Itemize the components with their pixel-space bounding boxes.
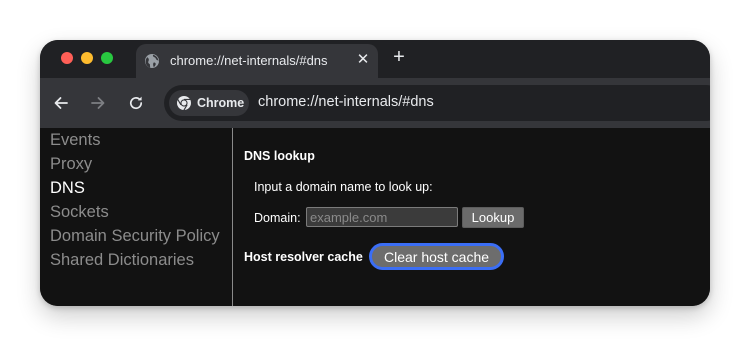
reload-icon[interactable]	[127, 94, 145, 112]
zoom-window-button[interactable]	[101, 52, 113, 64]
new-tab-icon[interactable]: +	[390, 47, 408, 67]
globe-icon	[144, 53, 160, 69]
chip-label: Chrome	[197, 96, 245, 110]
tab-title: chrome://net-internals/#dns	[170, 53, 328, 68]
toolbar: Chrome chrome://net-internals/#dns	[40, 78, 710, 128]
dns-lookup-heading: DNS lookup	[244, 149, 315, 163]
close-window-button[interactable]	[61, 52, 73, 64]
forward-arrow-icon[interactable]	[89, 94, 107, 112]
domain-input[interactable]	[306, 207, 458, 227]
tab-strip: chrome://net-internals/#dns ✕ +	[40, 40, 710, 78]
sidebar-item-domain-security-policy[interactable]: Domain Security Policy	[50, 227, 220, 246]
lookup-button[interactable]: Lookup	[462, 207, 524, 228]
lookup-prompt: Input a domain name to look up:	[254, 180, 433, 194]
sidebar-item-dns[interactable]: DNS	[50, 179, 85, 198]
chrome-chip[interactable]: Chrome	[169, 90, 249, 116]
address-bar[interactable]: Chrome chrome://net-internals/#dns	[164, 85, 710, 121]
dns-panel: DNS lookup Input a domain name to look u…	[233, 128, 710, 306]
minimize-window-button[interactable]	[81, 52, 93, 64]
clear-host-cache-button[interactable]: Clear host cache	[369, 243, 504, 270]
sidebar-item-events[interactable]: Events	[50, 131, 100, 150]
page-content: Events Proxy DNS Sockets Domain Security…	[40, 128, 710, 306]
chrome-icon	[176, 95, 192, 111]
active-tab[interactable]: chrome://net-internals/#dns ✕	[136, 44, 378, 78]
browser-window: chrome://net-internals/#dns ✕ + Chrome c…	[40, 40, 710, 306]
url-text[interactable]: chrome://net-internals/#dns	[258, 94, 434, 110]
sidebar: Events Proxy DNS Sockets Domain Security…	[40, 128, 233, 306]
sidebar-item-proxy[interactable]: Proxy	[50, 155, 92, 174]
back-arrow-icon[interactable]	[52, 94, 70, 112]
sidebar-item-shared-dictionaries[interactable]: Shared Dictionaries	[50, 251, 194, 270]
domain-label: Domain:	[254, 211, 301, 225]
sidebar-item-sockets[interactable]: Sockets	[50, 203, 109, 222]
host-resolver-cache-heading: Host resolver cache	[244, 250, 363, 264]
close-tab-icon[interactable]: ✕	[355, 52, 371, 68]
